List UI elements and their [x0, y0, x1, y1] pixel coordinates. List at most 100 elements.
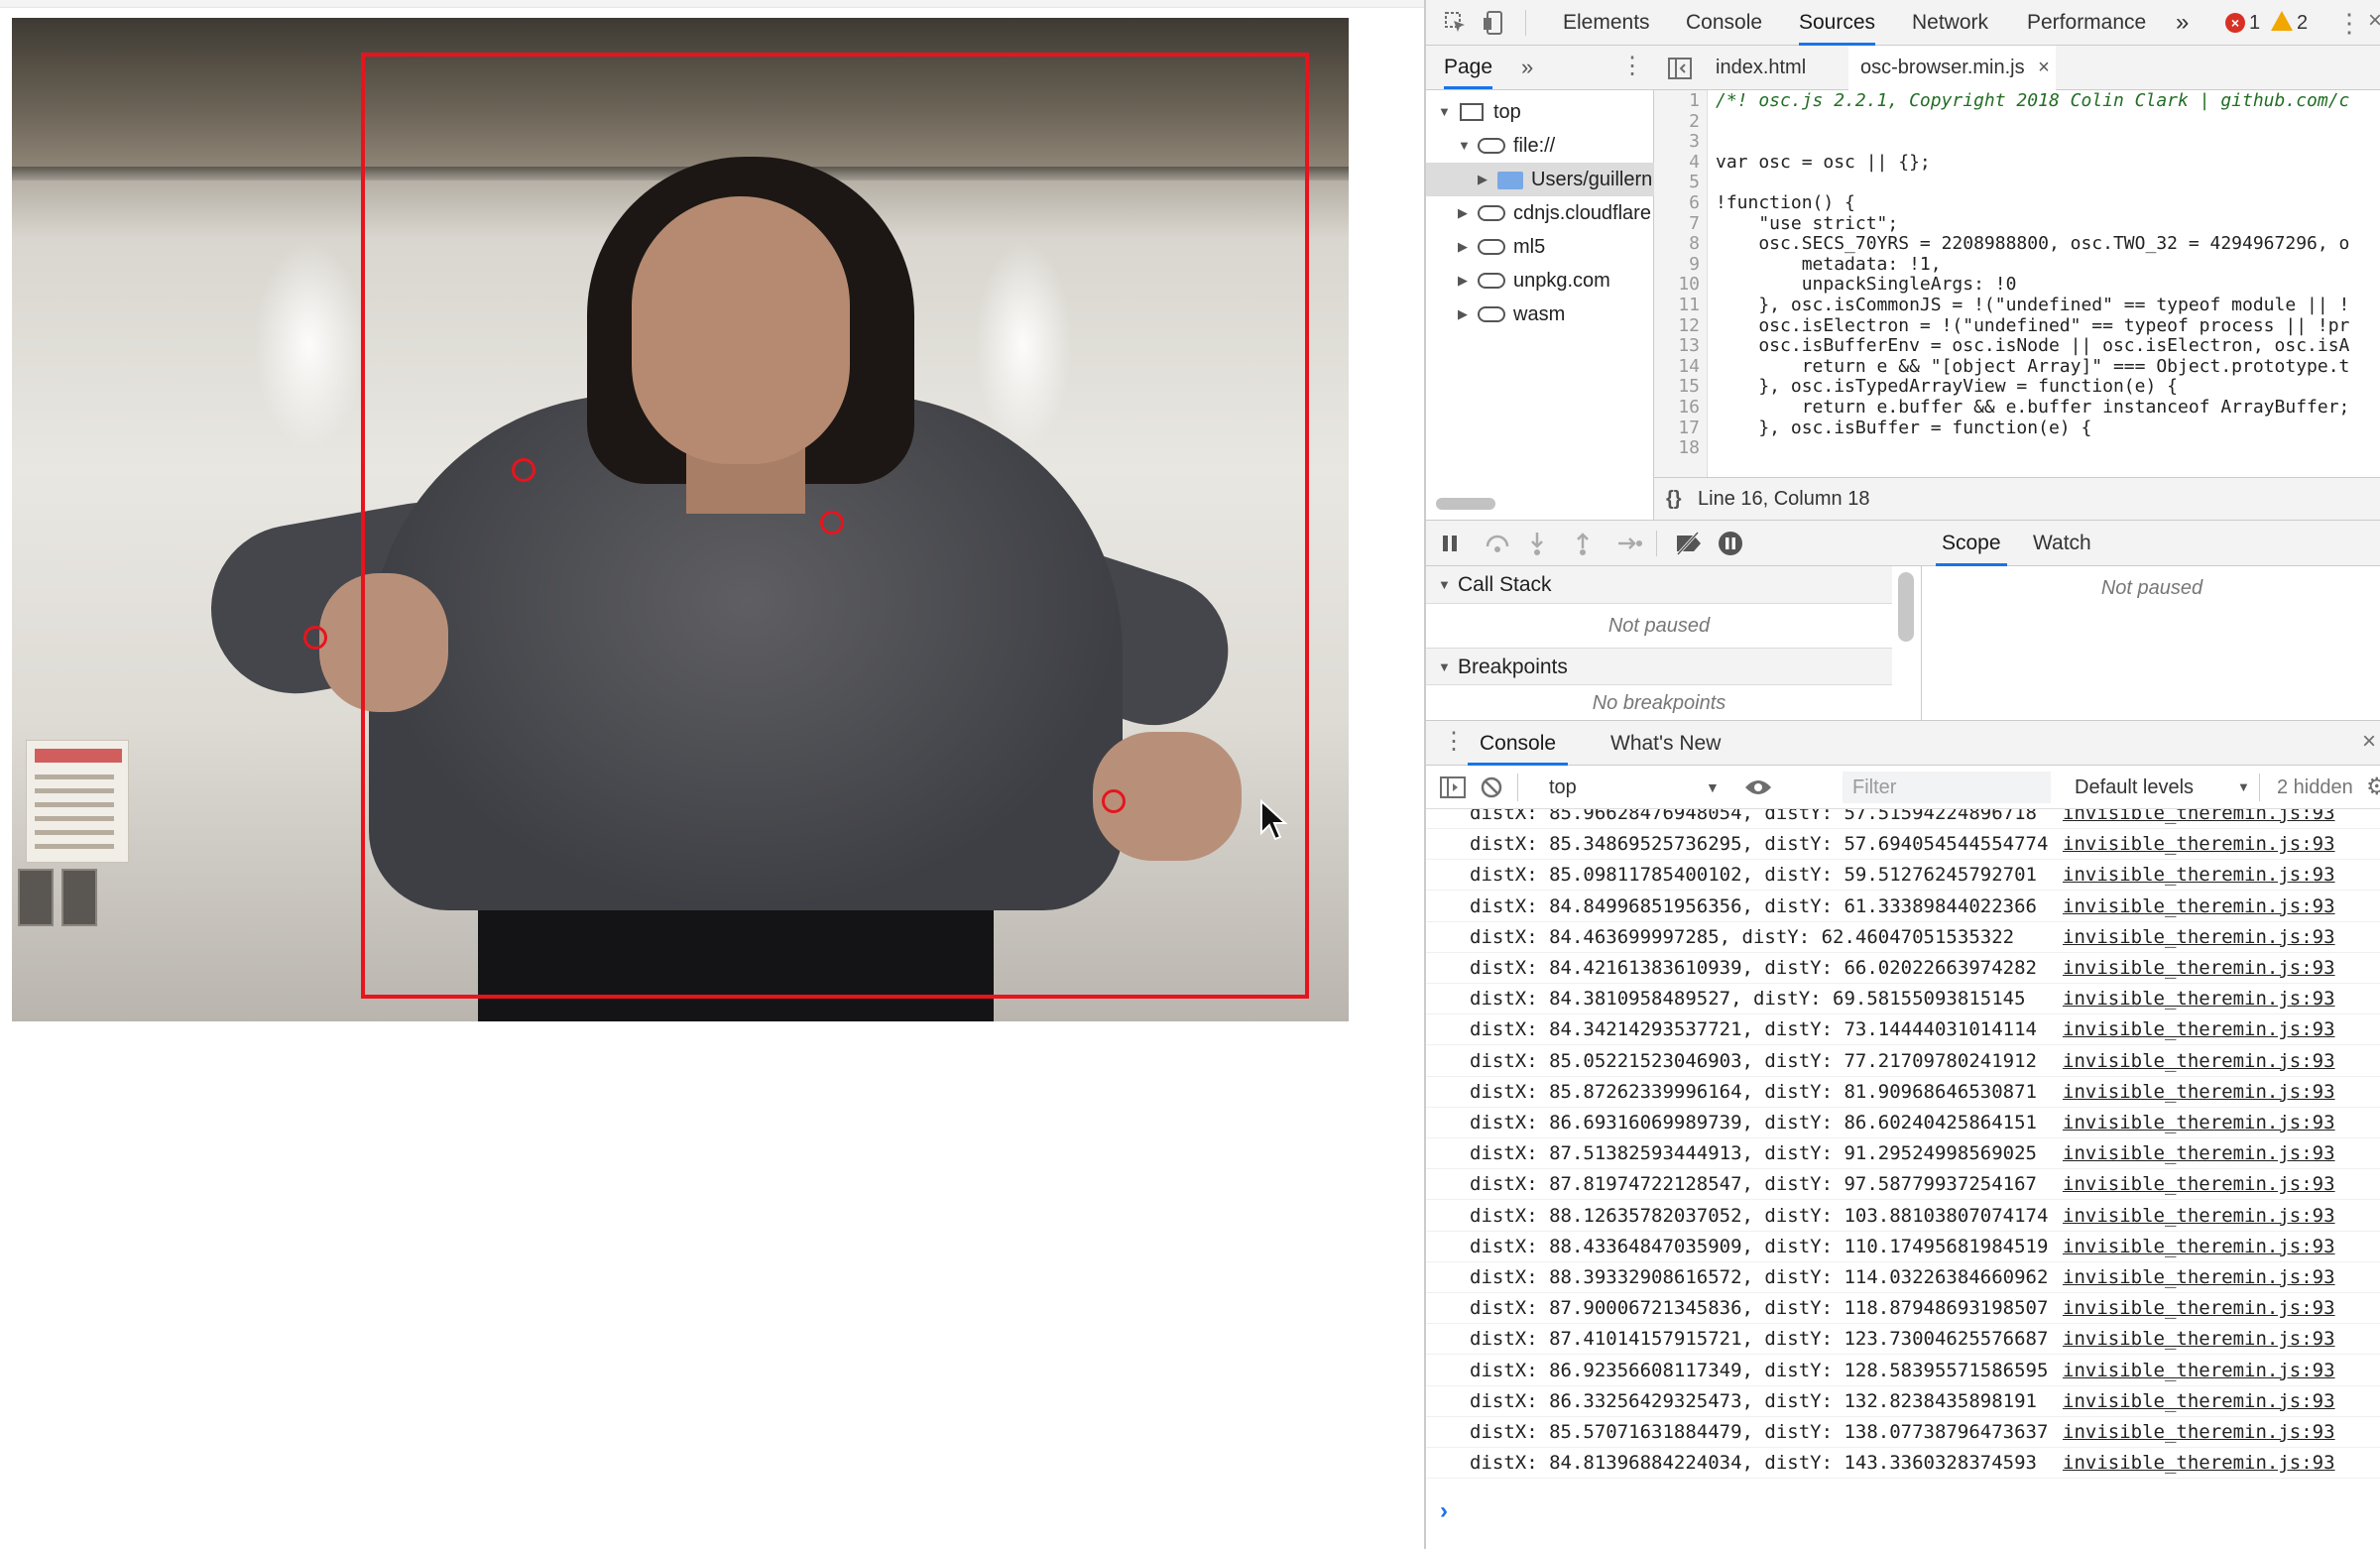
step-into-icon[interactable]: [1527, 531, 1547, 561]
collapsed-triangle-icon[interactable]: ▶: [1458, 196, 1468, 230]
console-source-link[interactable]: invisible_theremin.js:93: [2063, 1416, 2335, 1448]
expanded-triangle-icon[interactable]: ▼: [1438, 95, 1451, 129]
warning-count[interactable]: 2: [2297, 12, 2308, 35]
tab-elements[interactable]: Elements: [1563, 0, 1650, 46]
levels-dropdown-icon[interactable]: ▼: [2237, 766, 2250, 809]
console-source-link[interactable]: invisible_theremin.js:93: [2063, 952, 2335, 984]
tab-network[interactable]: Network: [1912, 0, 1988, 46]
collapsed-triangle-icon[interactable]: ▶: [1458, 264, 1468, 298]
console-source-link[interactable]: invisible_theremin.js:93: [2063, 921, 2335, 953]
console-source-link[interactable]: invisible_theremin.js:93: [2063, 1231, 2335, 1262]
line-number[interactable]: 9: [1654, 254, 1700, 275]
console-source-link[interactable]: invisible_theremin.js:93: [2063, 1137, 2335, 1169]
close-tab-icon[interactable]: ×: [2038, 57, 2050, 78]
more-tabs-icon[interactable]: »: [2176, 0, 2189, 46]
console-source-link[interactable]: invisible_theremin.js:93: [2063, 1107, 2335, 1138]
context-selector[interactable]: top: [1549, 766, 1577, 809]
drawer-tab-console[interactable]: Console: [1468, 721, 1569, 766]
collapsed-triangle-icon[interactable]: ▶: [1458, 230, 1468, 264]
line-number[interactable]: 10: [1654, 274, 1700, 295]
context-dropdown-icon[interactable]: ▼: [1706, 766, 1720, 809]
collapsed-triangle-icon[interactable]: ▶: [1478, 163, 1488, 196]
console-source-link[interactable]: invisible_theremin.js:93: [2063, 1013, 2335, 1045]
tab-sources[interactable]: Sources: [1799, 0, 1876, 46]
deactivate-breakpoints-icon[interactable]: [1674, 531, 1704, 561]
console-source-link[interactable]: invisible_theremin.js:93: [2063, 1045, 2335, 1077]
line-number[interactable]: 2: [1654, 111, 1700, 132]
inspect-element-icon[interactable]: [1444, 11, 1468, 40]
console-source-link[interactable]: invisible_theremin.js:93: [2063, 1323, 2335, 1355]
tree-item-ml5[interactable]: ▶ ml5: [1426, 230, 1654, 264]
step-out-icon[interactable]: [1573, 531, 1593, 561]
line-number[interactable]: 15: [1654, 376, 1700, 397]
tree-item-wasm[interactable]: ▶ wasm: [1426, 298, 1654, 331]
close-drawer-icon[interactable]: ×: [2362, 730, 2376, 754]
error-count[interactable]: 1: [2249, 12, 2260, 35]
clear-console-icon[interactable]: [1480, 775, 1503, 804]
pretty-print-icon[interactable]: {}: [1666, 478, 1682, 521]
line-number[interactable]: 14: [1654, 356, 1700, 377]
line-number[interactable]: 5: [1654, 172, 1700, 192]
console-source-link[interactable]: invisible_theremin.js:93: [2063, 1385, 2335, 1417]
tab-performance[interactable]: Performance: [2027, 0, 2146, 46]
console-source-link[interactable]: invisible_theremin.js:93: [2063, 859, 2335, 891]
tree-item-unpkg[interactable]: ▶ unpkg.com: [1426, 264, 1654, 298]
device-toolbar-icon[interactable]: [1482, 10, 1507, 41]
expanded-triangle-icon[interactable]: ▼: [1438, 566, 1451, 604]
collapsed-triangle-icon[interactable]: ▶: [1458, 298, 1468, 331]
console-source-link[interactable]: invisible_theremin.js:93: [2063, 828, 2335, 860]
pause-icon[interactable]: [1440, 533, 1460, 559]
console-source-link[interactable]: invisible_theremin.js:93: [2063, 1447, 2335, 1479]
kebab-menu-icon[interactable]: ⋮: [2336, 10, 2362, 36]
navigator-more-icon[interactable]: »: [1521, 46, 1533, 89]
line-number[interactable]: 7: [1654, 213, 1700, 234]
live-expression-eye-icon[interactable]: [1743, 777, 1773, 802]
line-number[interactable]: 3: [1654, 131, 1700, 152]
tab-scope[interactable]: Scope: [1936, 521, 2007, 566]
toggle-navigator-icon[interactable]: [1668, 58, 1692, 84]
line-number[interactable]: 18: [1654, 437, 1700, 458]
navigator-scrollbar[interactable]: [1436, 498, 1495, 510]
tree-item-file[interactable]: ▼ file://: [1426, 129, 1654, 163]
step-over-icon[interactable]: [1484, 533, 1511, 559]
console-prompt[interactable]: ›: [1426, 1493, 2380, 1529]
console-source-link[interactable]: invisible_theremin.js:93: [2063, 1076, 2335, 1108]
line-number[interactable]: 4: [1654, 152, 1700, 173]
debugger-scrollbar[interactable]: [1898, 572, 1914, 642]
line-number[interactable]: 16: [1654, 397, 1700, 417]
pause-on-exceptions-icon[interactable]: [1718, 531, 1743, 561]
call-stack-header[interactable]: ▼ Call Stack: [1426, 566, 1892, 604]
line-number[interactable]: 6: [1654, 192, 1700, 213]
console-source-link[interactable]: invisible_theremin.js:93: [2063, 1261, 2335, 1293]
console-source-link[interactable]: invisible_theremin.js:93: [2063, 891, 2335, 922]
expanded-triangle-icon[interactable]: ▼: [1458, 129, 1471, 163]
file-tab-osc-browser[interactable]: osc-browser.min.js ×: [1848, 46, 2056, 90]
console-source-link[interactable]: invisible_theremin.js:93: [2063, 1168, 2335, 1200]
line-number[interactable]: 1: [1654, 90, 1700, 111]
console-source-link[interactable]: invisible_theremin.js:93: [2063, 1355, 2335, 1386]
tab-watch[interactable]: Watch: [2027, 521, 2097, 566]
drawer-menu-icon[interactable]: ⋮: [1442, 730, 1466, 754]
line-number[interactable]: 11: [1654, 295, 1700, 315]
console-filter-input[interactable]: Filter: [1843, 772, 2051, 803]
close-devtools-icon[interactable]: ×: [2368, 9, 2380, 33]
console-sidebar-icon[interactable]: [1440, 775, 1466, 804]
breakpoints-header[interactable]: ▼ Breakpoints: [1426, 648, 1892, 685]
console-source-link[interactable]: invisible_theremin.js:93: [2063, 983, 2335, 1014]
code-view[interactable]: 1 /*! osc.js 2.2.1, Copyright 2018 Colin …: [1654, 90, 2380, 477]
console-source-link[interactable]: invisible_theremin.js:93: [2063, 1292, 2335, 1324]
drawer-tab-whats-new[interactable]: What's New: [1599, 721, 1732, 766]
console-source-link[interactable]: invisible_theremin.js:93: [2063, 809, 2335, 829]
tree-item-top[interactable]: ▼ top: [1426, 95, 1654, 129]
line-number[interactable]: 12: [1654, 315, 1700, 336]
line-number[interactable]: 13: [1654, 335, 1700, 356]
console-settings-icon[interactable]: ⚙: [2366, 775, 2380, 799]
line-number[interactable]: 8: [1654, 233, 1700, 254]
tree-item-cdnjs[interactable]: ▶ cdnjs.cloudflare: [1426, 196, 1654, 230]
console-source-link[interactable]: invisible_theremin.js:93: [2063, 1200, 2335, 1232]
tab-page[interactable]: Page: [1444, 46, 1493, 89]
log-levels-dropdown[interactable]: Default levels: [2075, 766, 2194, 809]
line-number[interactable]: 17: [1654, 417, 1700, 438]
step-icon[interactable]: [1616, 533, 1644, 559]
tab-console[interactable]: Console: [1686, 0, 1762, 46]
